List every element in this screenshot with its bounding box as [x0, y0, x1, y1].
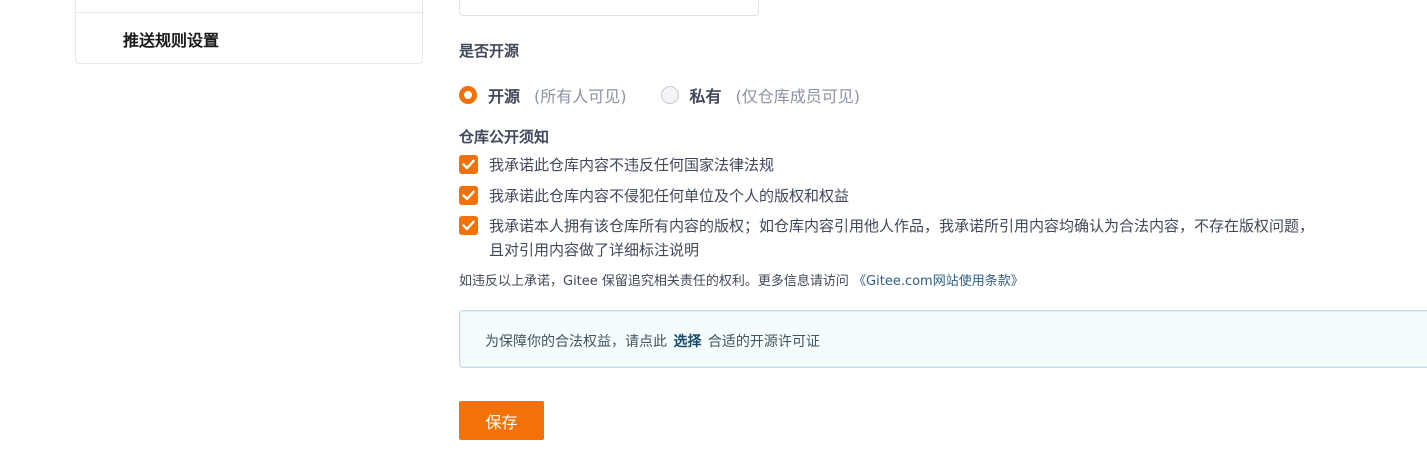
legal-note-text: 如违反以上承诺，Gitee 保留追究相关责任的权利。更多信息请访问 — [459, 274, 854, 289]
pledge-checkbox[interactable] — [459, 216, 478, 235]
license-info-text: 为保障你的合法权益，请点此 选择 合适的开源许可证 — [485, 331, 820, 351]
pledge-text: 我承诺此仓库内容不侵犯任何单位及个人的版权和权益 — [489, 187, 850, 205]
visibility-public-hint: (所有人可见) — [534, 87, 627, 106]
pledge-text: 我承诺本人拥有该仓库所有内容的版权；如仓库内容引用他人作品，我承诺所引用内容均确… — [489, 217, 1315, 259]
radio-unchecked-icon[interactable] — [660, 86, 679, 104]
pledge-checkbox[interactable] — [459, 186, 478, 205]
radio-checked-icon[interactable] — [459, 86, 477, 104]
terms-link[interactable]: 《Gitee.com网站使用条款》 — [853, 274, 1024, 289]
settings-sidebar: 推送规则设置 — [75, 0, 423, 64]
choose-license-link[interactable]: 选择 — [673, 334, 701, 350]
visibility-radio-group: 开源 (所有人可见) 私有 (仅仓库成员可见) — [459, 84, 860, 106]
save-button[interactable]: 保存 — [459, 401, 544, 440]
pledge-item[interactable]: 我承诺此仓库内容不违反任何国家法律法规 — [459, 153, 774, 177]
open-source-label: 是否开源 — [459, 42, 520, 60]
pledge-item[interactable]: 我承诺此仓库内容不侵犯任何单位及个人的版权和权益 — [459, 184, 849, 208]
pledge-item[interactable]: 我承诺本人拥有该仓库所有内容的版权；如仓库内容引用他人作品，我承诺所引用内容均确… — [459, 214, 1319, 262]
visibility-private-hint: (仅仓库成员可见) — [735, 87, 861, 106]
pledge-text: 我承诺此仓库内容不违反任何国家法律法规 — [489, 156, 775, 174]
repo-path-input[interactable] — [459, 0, 759, 16]
checkmark-icon — [462, 190, 475, 201]
visibility-private-label[interactable]: 私有 — [690, 83, 722, 107]
license-prefix: 为保障你的合法权益，请点此 — [485, 334, 667, 350]
license-info-box: 为保障你的合法权益，请点此 选择 合适的开源许可证 — [459, 310, 1427, 368]
pledge-checkbox[interactable] — [459, 155, 478, 174]
checkmark-icon — [462, 159, 475, 170]
sidebar-item-push-rules[interactable]: 推送规则设置 — [123, 27, 219, 51]
public-notice-label: 仓库公开须知 — [459, 128, 550, 146]
checkmark-icon — [462, 220, 475, 231]
legal-note: 如违反以上承诺，Gitee 保留追究相关责任的权利。更多信息请访问 《Gitee… — [459, 270, 1024, 289]
visibility-option-private[interactable]: 私有 (仅仓库成员可见) — [660, 83, 861, 107]
license-suffix: 合适的开源许可证 — [707, 334, 820, 350]
sidebar-divider — [76, 12, 422, 13]
visibility-option-public[interactable]: 开源 (所有人可见) — [459, 83, 627, 107]
visibility-public-label[interactable]: 开源 — [488, 83, 520, 107]
